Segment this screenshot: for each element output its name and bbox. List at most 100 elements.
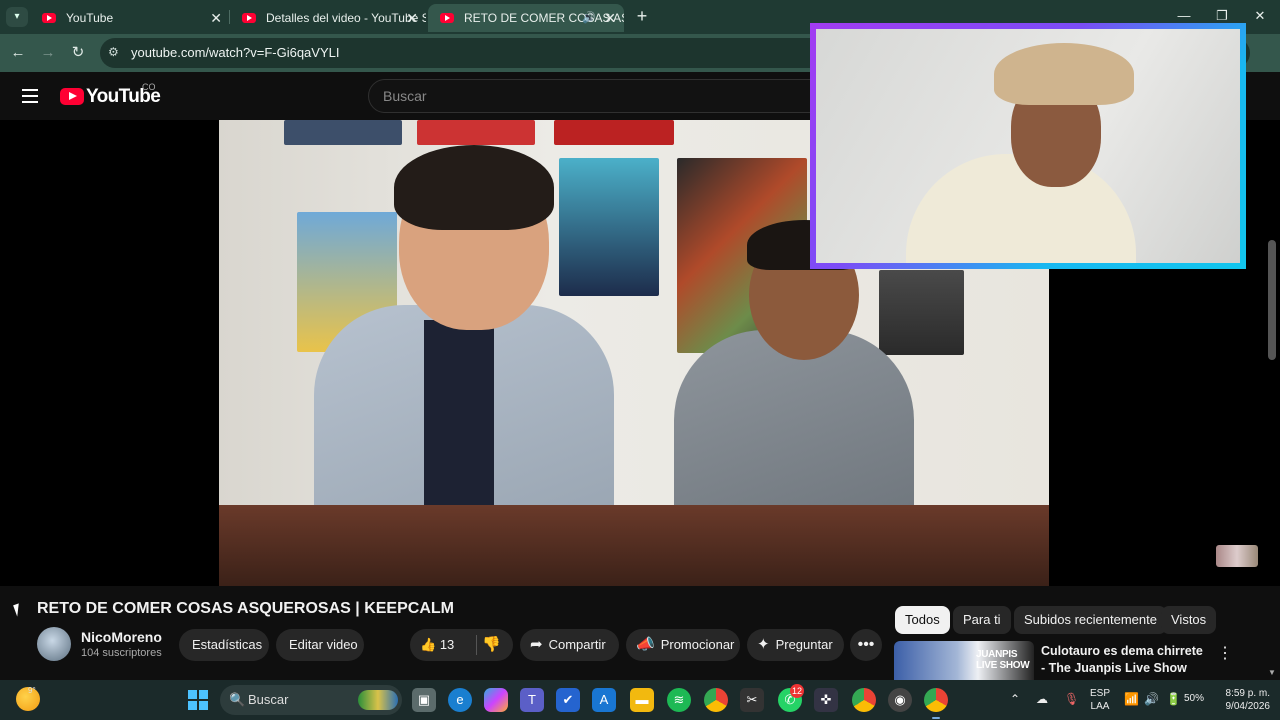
tab-current-video[interactable]: RETO DE COMER COSAS AS 🔊 ✕ [428,4,624,32]
tab-video-details[interactable]: Detalles del video - YouTube St ✕ [230,4,426,32]
teams-icon[interactable]: T [520,688,544,712]
chip-vistos[interactable]: Vistos [1161,606,1217,634]
back-icon[interactable]: ← [8,43,28,63]
promote-label: Promocionar [660,637,735,652]
poster-image [417,120,535,145]
chrome-active-icon[interactable] [924,688,948,719]
new-tab-button[interactable]: + [632,6,652,26]
reload-icon[interactable]: ↻ [68,43,88,63]
wifi-icon[interactable]: 📶 [1124,692,1139,706]
language-indicator[interactable]: ESP LAA [1090,687,1110,713]
edge-icon[interactable]: e [448,688,472,712]
chrome-icon[interactable] [704,688,728,712]
edit-video-button[interactable]: Editar video [276,629,364,661]
audio-playing-icon[interactable]: 🔊 [582,4,596,32]
spotify-icon[interactable]: ≋ [667,688,691,712]
channel-avatar[interactable] [37,627,71,661]
person-left-hair [394,145,554,230]
taskbar-search[interactable]: 🔍 Buscar [220,685,402,715]
share-button[interactable]: ➦ Compartir [520,629,619,661]
thumbs-up-icon: 👍 [420,637,437,652]
page-scrollbar[interactable] [1268,240,1276,360]
youtube-logo-icon[interactable] [60,88,84,105]
edit-video-label: Editar video [289,637,358,652]
recommended-title[interactable]: Culotauro es dema chirrete - The Juanpis… [1041,643,1206,677]
chip-para-ti[interactable]: Para ti [953,606,1011,634]
chip-todos[interactable]: Todos [895,606,950,634]
battery-icon[interactable]: 🔋 [1166,692,1181,706]
search-input[interactable]: Buscar [368,79,828,113]
country-code: CO [142,82,156,92]
site-info-icon[interactable]: ⚙ [108,45,119,59]
share-label: Compartir [548,637,606,652]
copilot-icon[interactable] [484,688,508,712]
obs-icon[interactable]: ◉ [888,688,912,712]
chip-subidos-recientemente[interactable]: Subidos recientemente [1014,606,1167,634]
app-icon[interactable]: ✜ [814,688,838,712]
recommended-thumbnail[interactable]: JUANPIS LIVE SHOW [894,641,1034,681]
chrome-profile-icon[interactable] [852,688,876,712]
system-clock[interactable]: 8:59 p. m. 9/04/2026 [1214,687,1271,713]
whatsapp-badge: 12 [790,684,804,698]
clock-date: 9/04/2026 [1225,701,1271,712]
mouse-cursor-icon [13,603,23,617]
sparkle-icon: ✦ [757,636,770,653]
snipping-tool-icon[interactable]: ✂ [740,688,764,712]
windows-taskbar: 9° 🔍 Buscar ▣ e T ✔ A ▬ ≋ ✂ ✆ 12 ✜ ◉ ⌃ ☁… [0,680,1280,720]
url-text[interactable]: youtube.com/watch?v=F-Gi6qaVYLI [131,45,339,60]
person-left-shirt [424,320,494,510]
stats-button-label: Estadísticas [192,637,263,652]
close-tab-icon[interactable]: ✕ [406,4,418,32]
language-code: ESP [1090,688,1111,699]
facecam-video [816,29,1240,263]
whatsapp-icon[interactable]: ✆ 12 [778,684,804,712]
scroll-down-icon[interactable]: ▼ [1268,668,1276,677]
onedrive-icon[interactable]: ☁ [1036,692,1048,706]
search-highlight-icon [358,690,398,710]
tab-title: YouTube [66,11,114,25]
megaphone-icon: 📣 [636,636,655,653]
search-icon: 🔍 [229,692,246,707]
volume-icon[interactable]: 🔊 [1144,692,1159,706]
share-icon: ➦ [530,636,543,653]
close-tab-icon[interactable]: ✕ [210,4,222,32]
more-actions-icon[interactable]: ••• [850,629,882,661]
file-explorer-icon[interactable]: ▬ [630,688,654,712]
microphone-icon[interactable]: 🎙 [1064,692,1079,706]
tab-youtube[interactable]: YouTube ✕ [30,4,230,32]
clock-time: 8:59 p. m. [1225,688,1270,699]
keyboard-layout: LAA [1090,701,1110,712]
tab-title: Detalles del video - YouTube St [266,11,426,25]
close-tab-icon[interactable]: ✕ [604,4,616,32]
battery-percent: 50% [1184,693,1205,704]
task-view-icon[interactable]: ▣ [412,688,436,712]
like-divider [476,635,477,655]
windows-start-icon[interactable] [188,690,208,710]
thumbs-down-icon: 👎 [482,636,501,653]
youtube-favicon-icon [440,13,454,23]
tab-title: RETO DE COMER COSAS AS [464,11,624,25]
forward-icon[interactable]: → [38,43,58,63]
stats-button[interactable]: Estadísticas [179,629,269,661]
like-button[interactable]: 👍 13 [410,629,476,661]
ask-button[interactable]: ✦ Preguntar [747,629,844,661]
poster-image [879,270,964,355]
streamer-cap [994,43,1134,105]
poster-image [559,158,659,296]
miniplayer-thumbnail[interactable] [1216,545,1258,567]
app-icon[interactable]: A [592,688,616,712]
subscriber-count: 104 suscriptores [81,647,162,659]
wooden-table [219,505,1049,586]
hamburger-menu-icon[interactable] [22,89,38,103]
dislike-button[interactable]: 👎 [482,629,508,661]
close-window-icon[interactable]: ✕ [1250,6,1270,26]
video-title: RETO DE COMER COSAS ASQUEROSAS | KEEPCAL… [37,600,454,617]
recommended-menu-icon[interactable]: ⋮ [1217,643,1233,663]
youtube-favicon-icon [42,13,56,23]
tray-chevron-icon[interactable]: ⌃ [1010,692,1020,706]
tab-search-icon[interactable]: ▾ [6,7,28,27]
promote-button[interactable]: 📣 Promocionar [626,629,740,661]
channel-name[interactable]: NicoMoreno [81,629,162,645]
facecam-overlay [810,23,1246,269]
todo-icon[interactable]: ✔ [556,688,580,712]
